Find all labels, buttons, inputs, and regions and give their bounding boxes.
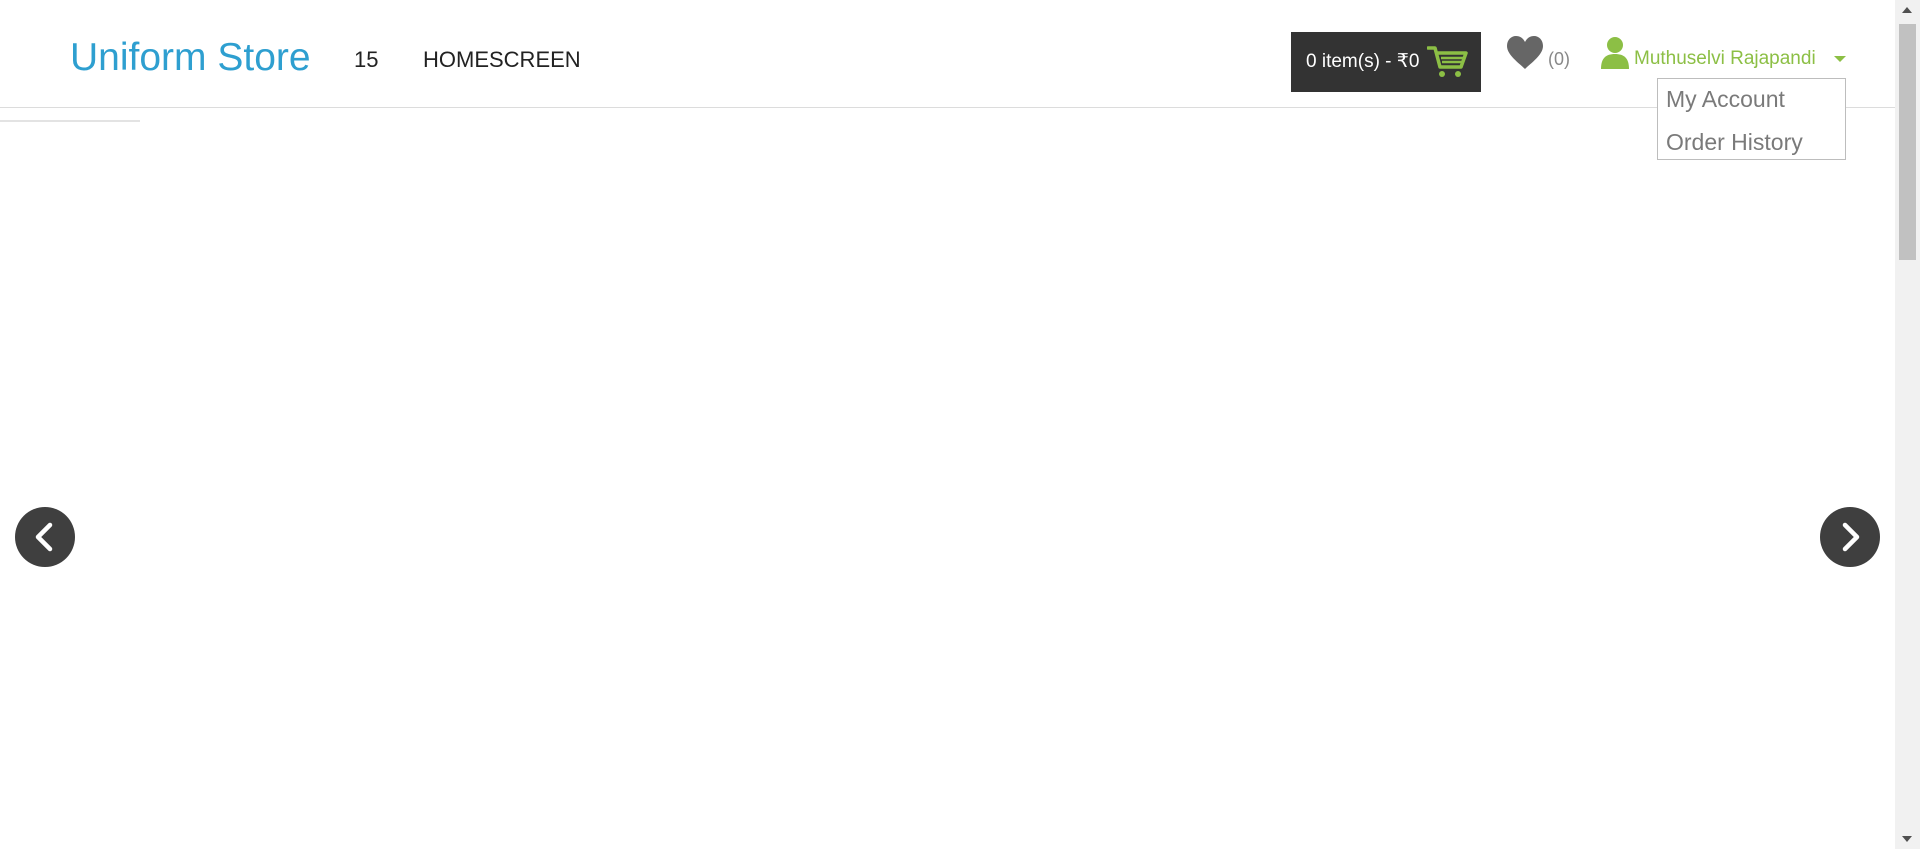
menu-item-order-history[interactable]: Order History	[1666, 127, 1803, 157]
user-name: Muthuselvi Rajapandi	[1634, 48, 1816, 69]
shopping-cart-icon	[1427, 46, 1468, 77]
heart-icon	[1507, 36, 1543, 69]
header: Uniform Store 15 HOMESCREEN 0 item(s) - …	[0, 0, 1895, 108]
nav-item-homescreen[interactable]: HOMESCREEN	[423, 46, 581, 74]
page: Uniform Store 15 HOMESCREEN 0 item(s) - …	[0, 0, 1920, 849]
store-logo-link[interactable]: Uniform Store	[70, 33, 311, 83]
user-icon	[1601, 37, 1629, 69]
nav-item-15[interactable]: 15	[354, 46, 378, 74]
cart-button[interactable]: 0 item(s) - ₹0	[1291, 32, 1481, 92]
scrollbar-thumb[interactable]	[1899, 24, 1916, 260]
wishlist-count: (0)	[1548, 49, 1570, 69]
scroll-up-arrow-icon[interactable]	[1895, 0, 1920, 20]
chevron-left-icon	[35, 522, 53, 552]
vertical-scrollbar[interactable]	[1895, 0, 1920, 849]
scroll-down-arrow-icon[interactable]	[1895, 829, 1920, 849]
carousel-prev-button[interactable]	[15, 507, 75, 567]
chevron-right-icon	[1842, 522, 1860, 552]
loading-indicator	[0, 120, 140, 122]
caret-down-icon	[1834, 56, 1846, 62]
menu-item-my-account[interactable]: My Account	[1666, 84, 1785, 114]
user-dropdown-menu: My Account Order History	[1657, 78, 1846, 160]
cart-summary: 0 item(s) - ₹0	[1306, 51, 1420, 72]
carousel-next-button[interactable]	[1820, 507, 1880, 567]
